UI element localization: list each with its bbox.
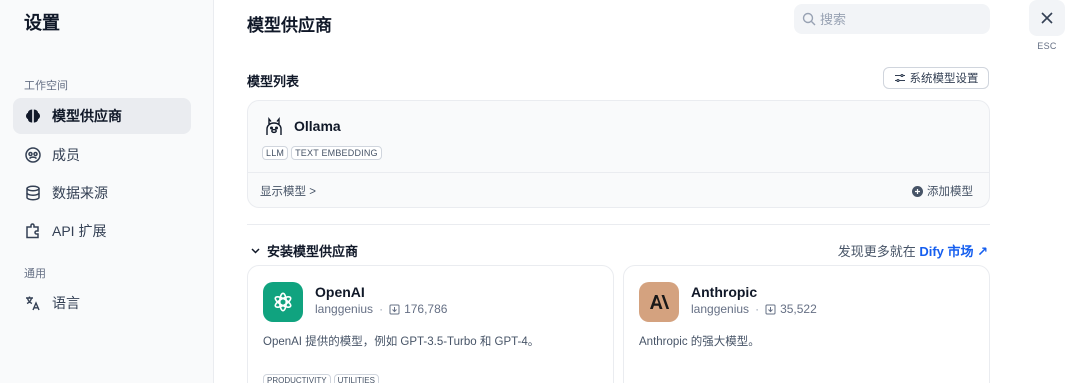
ollama-logo-icon — [263, 115, 285, 137]
plugin-install-count: 35,522 — [780, 302, 817, 316]
sidebar-item-label: 数据来源 — [52, 185, 108, 201]
provider-name: Ollama — [294, 118, 341, 134]
sidebar-item-label: 成员 — [52, 147, 80, 163]
provider-tags: LLM TEXT EMBEDDING — [262, 146, 382, 160]
download-icon — [389, 304, 404, 315]
meta-separator: · — [379, 302, 384, 316]
install-providers-title: 安装模型供应商 — [267, 244, 359, 259]
sidebar-item-language[interactable]: 语言 — [13, 285, 191, 321]
marketplace-prefix: 发现更多就在 — [837, 244, 920, 259]
sidebar-item-label: 语言 — [52, 295, 80, 311]
provider-tag: TEXT EMBEDDING — [291, 146, 382, 160]
anthropic-logo-icon — [639, 282, 679, 322]
plugin-card-anthropic[interactable]: Anthropic langgenius · 35,522 Anthropic … — [623, 265, 990, 383]
plugin-author: langgenius — [315, 302, 374, 316]
dify-marketplace-link[interactable]: Dify 市场 ↗ — [919, 244, 988, 259]
plugin-tags: PRODUCTIVITY UTILITIES — [263, 374, 379, 383]
workspace-group-label: 工作空间 — [24, 80, 68, 92]
puzzle-icon — [24, 222, 42, 240]
card-divider — [248, 172, 989, 173]
esc-hint: ESC — [1037, 41, 1057, 51]
show-models-button[interactable]: 显示模型 > — [260, 183, 316, 199]
database-icon — [24, 184, 42, 202]
model-list-title: 模型列表 — [247, 74, 300, 89]
main-panel: 模型供应商 ESC 模型列表 系统模型设置 Ollama LLM TEXT EM… — [214, 0, 1080, 383]
plugin-meta: langgenius · 176,786 — [315, 302, 447, 316]
plugin-description: Anthropic 的强大模型。 — [639, 336, 760, 348]
system-model-settings-button[interactable]: 系统模型设置 — [883, 67, 989, 89]
settings-sidebar: 设置 工作空间 模型供应商 成员 数据来源 API 扩展 通用 语言 — [0, 0, 214, 383]
sidebar-title: 设置 — [24, 13, 60, 33]
search-input[interactable] — [820, 11, 980, 27]
openai-logo-icon — [263, 282, 303, 322]
plugin-tag: PRODUCTIVITY — [263, 374, 331, 383]
provider-tag: LLM — [262, 146, 289, 160]
plugin-name: Anthropic — [691, 284, 758, 300]
sidebar-item-label: API 扩展 — [52, 223, 107, 239]
search-box[interactable] — [794, 4, 990, 34]
provider-card-ollama: Ollama LLM TEXT EMBEDDING 显示模型 > 添加模型 — [247, 100, 990, 208]
members-icon — [24, 146, 42, 164]
add-model-button[interactable]: 添加模型 — [912, 183, 973, 199]
plus-circle-icon — [912, 185, 927, 197]
sidebar-item-data-source[interactable]: 数据来源 — [13, 175, 191, 211]
plugin-card-openai[interactable]: OpenAI langgenius · 176,786 OpenAI 提供的模型… — [247, 265, 614, 383]
page-title: 模型供应商 — [247, 16, 332, 35]
system-model-settings-label: 系统模型设置 — [909, 73, 979, 85]
add-model-label: 添加模型 — [927, 186, 973, 198]
close-button[interactable] — [1029, 0, 1065, 36]
meta-separator: · — [755, 302, 760, 316]
sliders-icon — [894, 72, 910, 84]
close-icon — [1040, 11, 1054, 25]
sidebar-item-label: 模型供应商 — [52, 108, 122, 124]
download-icon — [765, 304, 780, 315]
marketplace-link[interactable]: 发现更多就在 Dify 市场 ↗ — [838, 241, 988, 260]
plugin-description: OpenAI 提供的模型，例如 GPT-3.5-Turbo 和 GPT-4。 — [263, 336, 540, 348]
plugin-name: OpenAI — [315, 284, 365, 300]
plugin-tag: UTILITIES — [333, 374, 379, 383]
plugin-meta: langgenius · 35,522 — [691, 302, 817, 316]
search-icon — [802, 12, 820, 26]
sidebar-item-api-extension[interactable]: API 扩展 — [13, 213, 191, 249]
section-divider — [247, 224, 990, 225]
chevron-down-icon — [250, 245, 267, 256]
install-providers-toggle[interactable]: 安装模型供应商 — [250, 241, 358, 260]
sidebar-item-model-provider[interactable]: 模型供应商 — [13, 98, 191, 134]
brain-icon — [24, 107, 42, 125]
sidebar-item-members[interactable]: 成员 — [13, 137, 191, 173]
translate-icon — [24, 294, 42, 312]
plugin-install-count: 176,786 — [404, 302, 448, 316]
plugin-author: langgenius — [691, 302, 750, 316]
general-group-label: 通用 — [24, 268, 46, 280]
